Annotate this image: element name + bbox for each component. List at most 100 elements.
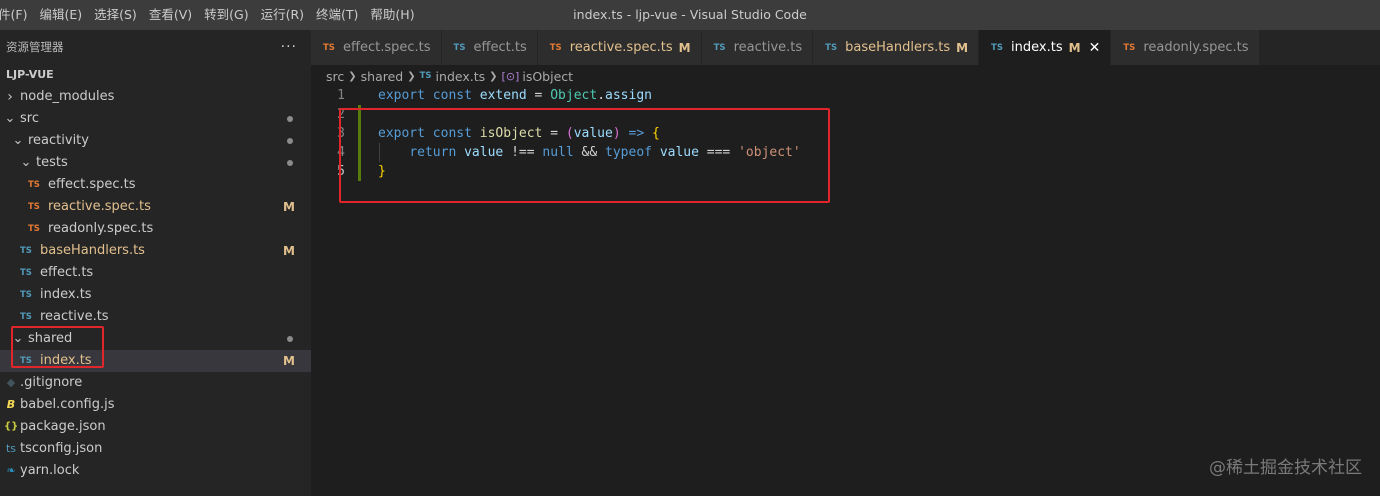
tree-file[interactable]: TS reactive.ts — [0, 306, 311, 328]
breadcrumb-item-symbol[interactable]: isObject — [522, 69, 573, 84]
breadcrumb-item-src[interactable]: src — [326, 69, 344, 84]
tree-item-label: tests — [36, 155, 68, 170]
chevron-right-icon: ❯ — [407, 70, 416, 82]
tab-readonly-spec-ts[interactable]: TS readonly.spec.ts — [1111, 30, 1260, 65]
menu-item[interactable]: 选择(S) — [88, 0, 143, 30]
code-content: export const extend = Object.assign — [378, 86, 652, 105]
project-title[interactable]: LJP-VUE — [0, 64, 311, 86]
explorer-sidebar: 资源管理器 ··· LJP-VUE › node_modules ⌄ src ⌄ reac… — [0, 30, 311, 496]
git-change-dot — [287, 116, 293, 122]
line-number: 1 — [337, 88, 345, 103]
menu-item[interactable]: 编辑(E) — [33, 0, 88, 30]
tab-label: readonly.spec.ts — [1143, 40, 1249, 55]
tree-item-label: baseHandlers.ts — [40, 243, 145, 258]
breadcrumb: src ❯ shared ❯ TS index.ts ❯ [⊙] isObjec… — [326, 66, 573, 86]
tree-folder[interactable]: ⌄ src — [0, 108, 311, 130]
tree-item-label: reactive.spec.ts — [48, 199, 151, 214]
tab-reactive-ts[interactable]: TS reactive.ts — [701, 30, 814, 65]
menu-item[interactable]: 转到(G) — [198, 0, 254, 30]
code-token: extend — [479, 88, 527, 103]
json-file-icon: {} — [4, 421, 19, 432]
file-tree: › node_modules ⌄ src ⌄ reactivity ⌄ tests TS effe… — [0, 86, 311, 482]
annotation-box-code — [339, 108, 830, 203]
tree-file[interactable]: Bbabel.config.js — [0, 394, 311, 416]
tree-item-label: .gitignore — [20, 375, 83, 390]
watermark: @稀土掘金技术社区 — [1209, 458, 1362, 478]
git-change-dot — [287, 160, 293, 166]
typescript-file-icon: TS — [825, 42, 838, 53]
tree-item-label: index.ts — [40, 287, 92, 302]
code-token: . — [597, 88, 606, 103]
chevron-down-icon: ⌄ — [20, 155, 32, 170]
typescript-file-icon: TS — [20, 268, 32, 278]
tree-file[interactable]: TS baseHandlers.ts M — [0, 240, 311, 262]
symbol-variable-icon: [⊙] — [501, 69, 520, 83]
tree-item-label: readonly.spec.ts — [48, 221, 154, 236]
typescript-file-icon: TS — [28, 180, 40, 190]
tab-baseHandlers-ts[interactable]: TS baseHandlers.ts M — [813, 30, 980, 65]
tab-label: reactive.spec.ts — [569, 40, 673, 55]
tree-item-label: node_modules — [20, 89, 115, 104]
tab-reactive-spec-ts[interactable]: TS reactive.spec.ts M — [537, 30, 702, 65]
menu-item[interactable]: 终端(T) — [310, 0, 364, 30]
explorer-title: 资源管理器 — [6, 40, 64, 54]
tree-file[interactable]: TS effect.spec.ts — [0, 174, 311, 196]
git-change-dot — [287, 336, 293, 342]
menu-item[interactable]: 查看(V) — [143, 0, 198, 30]
git-status-badge: M — [283, 354, 295, 368]
tree-item-label: effect.ts — [40, 265, 94, 280]
tree-item-label: yarn.lock — [20, 463, 80, 478]
tree-folder[interactable]: ⌄ reactivity — [0, 130, 311, 152]
git-change-dot — [287, 138, 293, 144]
yarn-file-icon: ❧ — [6, 464, 16, 477]
tree-item-label: reactive.ts — [40, 309, 109, 324]
tree-file[interactable]: TS reactive.spec.ts M — [0, 196, 311, 218]
menu-bar: 件(F) 编辑(E) 选择(S) 查看(V) 转到(G) 运行(R) 终端(T) 帮助(H) — [0, 0, 421, 30]
menu-item[interactable]: 件(F) — [0, 0, 33, 30]
code-token: const — [432, 88, 472, 103]
tab-label: baseHandlers.ts — [845, 40, 951, 55]
tree-file[interactable]: {} package.json — [0, 416, 311, 438]
menu-item[interactable]: 运行(R) — [255, 0, 310, 30]
tree-file[interactable]: ◆ .gitignore — [0, 372, 311, 394]
tab-index-ts[interactable]: TS index.ts M ✕ — [979, 30, 1112, 65]
close-icon[interactable]: ✕ — [1089, 40, 1101, 56]
explorer-header: 资源管理器 ··· — [0, 30, 311, 64]
chevron-down-icon: ⌄ — [4, 111, 16, 126]
tree-folder[interactable]: › node_modules — [0, 86, 311, 108]
typescript-file-icon: TS — [419, 71, 432, 81]
chevron-right-icon: › — [7, 89, 13, 105]
git-status-badge: M — [1068, 40, 1081, 55]
tree-file[interactable]: ❧ yarn.lock — [0, 460, 311, 482]
code-token: export — [378, 88, 425, 103]
babel-file-icon: B — [6, 398, 16, 411]
tree-item-label: src — [20, 111, 39, 126]
more-actions-icon[interactable]: ··· — [281, 39, 297, 55]
breadcrumb-item-file[interactable]: index.ts — [436, 69, 486, 84]
tree-file[interactable]: TS readonly.spec.ts — [0, 218, 311, 240]
typescript-file-icon: TS — [549, 42, 562, 53]
tree-file[interactable]: TS effect.ts — [0, 262, 311, 284]
tab-label: index.ts — [1011, 40, 1063, 55]
tab-label: effect.ts — [473, 40, 527, 55]
code-token: assign — [605, 88, 652, 103]
tab-effect-spec-ts[interactable]: TS effect.spec.ts — [311, 30, 442, 65]
typescript-file-icon: TS — [713, 42, 726, 53]
menu-item[interactable]: 帮助(H) — [364, 0, 420, 30]
tree-item-label: tsconfig.json — [20, 441, 103, 456]
typescript-file-icon: TS — [20, 290, 32, 300]
git-status-badge: M — [956, 40, 969, 55]
tree-file[interactable]: TS index.ts — [0, 284, 311, 306]
typescript-file-icon: TS — [991, 42, 1003, 53]
tab-label: effect.spec.ts — [343, 40, 431, 55]
breadcrumb-item-shared[interactable]: shared — [361, 69, 404, 84]
tree-file[interactable]: ts tsconfig.json — [0, 438, 311, 460]
tree-item-label: effect.spec.ts — [48, 177, 136, 192]
tree-folder[interactable]: ⌄ tests — [0, 152, 311, 174]
annotation-box-shared-folder — [11, 326, 104, 368]
typescript-file-icon: TS — [323, 42, 335, 53]
tab-effect-ts[interactable]: TS effect.ts — [441, 30, 538, 65]
tree-item-label: package.json — [20, 419, 106, 434]
tab-label: reactive.ts — [733, 40, 803, 55]
